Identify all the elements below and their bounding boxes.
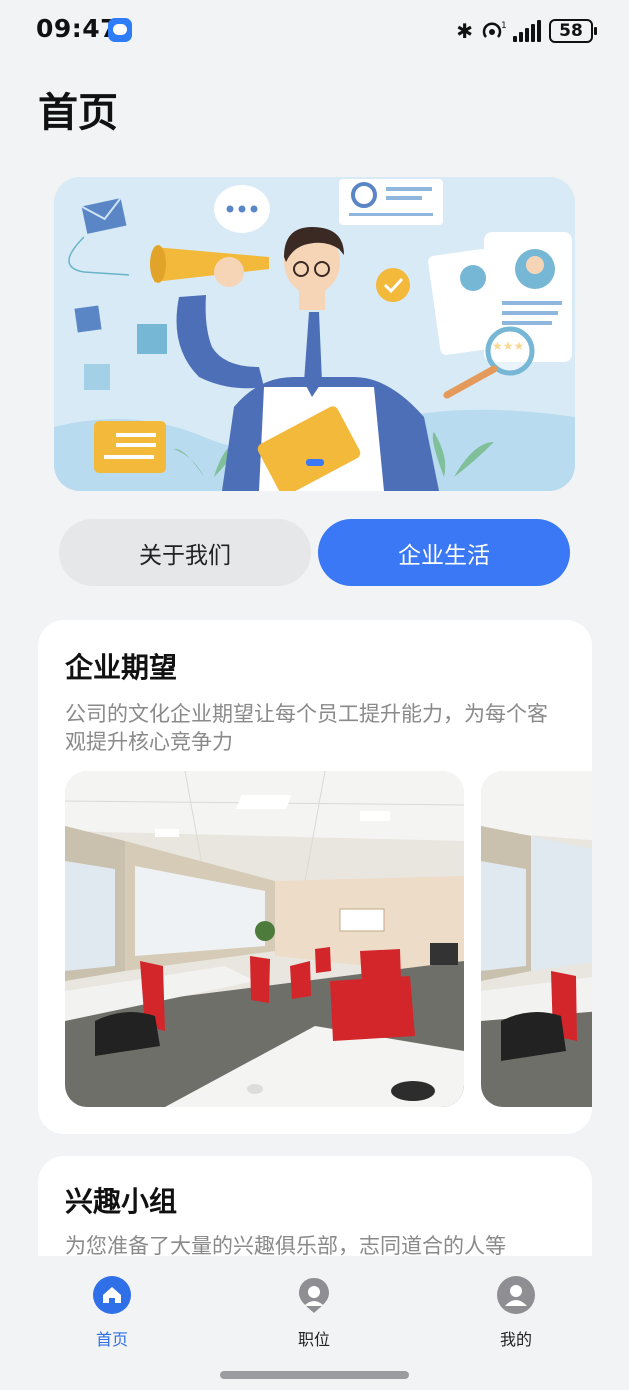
- office-photo[interactable]: [481, 771, 592, 1107]
- nav-item-me[interactable]: 我的: [466, 1276, 566, 1350]
- battery-indicator: 58: [549, 19, 597, 43]
- tab-company-life[interactable]: 企业生活: [318, 519, 570, 586]
- page-title: 首页: [38, 90, 118, 136]
- hero-banner: ★★★: [54, 177, 575, 491]
- nav-label: 我的: [499, 1330, 532, 1349]
- signal-icon: [513, 20, 541, 42]
- section-title: 企业期望: [65, 651, 178, 684]
- status-time: 09:47: [36, 14, 119, 43]
- nav-label: 职位: [297, 1330, 330, 1349]
- speech-bubble-icon: [214, 185, 270, 233]
- user-icon: [497, 1276, 535, 1314]
- chart-card-icon: [339, 179, 443, 225]
- home-indicator[interactable]: [220, 1371, 409, 1379]
- nav-label: 首页: [95, 1330, 128, 1349]
- section-description: 公司的文化企业期望让每个员工提升能力，为每个客观提升核心竞争力: [65, 702, 548, 754]
- hotspot-icon: 1: [481, 20, 507, 42]
- bluetooth-icon: ✱: [456, 19, 473, 43]
- home-icon: [93, 1276, 131, 1314]
- bottom-navigation: 首页 职位 我的: [0, 1256, 629, 1390]
- document-icon: [94, 421, 166, 473]
- tab-about-us[interactable]: 关于我们: [59, 519, 311, 586]
- message-notification-icon: [108, 18, 132, 42]
- section-card-expectations: 企业期望 公司的文化企业期望让每个员工提升能力，为每个客观提升核心竞争力: [38, 620, 592, 1134]
- office-photo[interactable]: [65, 771, 464, 1107]
- section-title: 兴趣小组: [65, 1185, 178, 1218]
- nav-item-home[interactable]: 首页: [62, 1276, 162, 1350]
- status-bar: 09:47 ✱ 1 58: [0, 0, 629, 60]
- hotspot-badge: 1: [501, 21, 507, 31]
- status-icons: ✱ 1 58: [456, 16, 597, 46]
- check-circle-icon: [376, 268, 410, 302]
- nav-item-jobs[interactable]: 职位: [264, 1276, 364, 1350]
- location-pin-icon: [295, 1276, 333, 1314]
